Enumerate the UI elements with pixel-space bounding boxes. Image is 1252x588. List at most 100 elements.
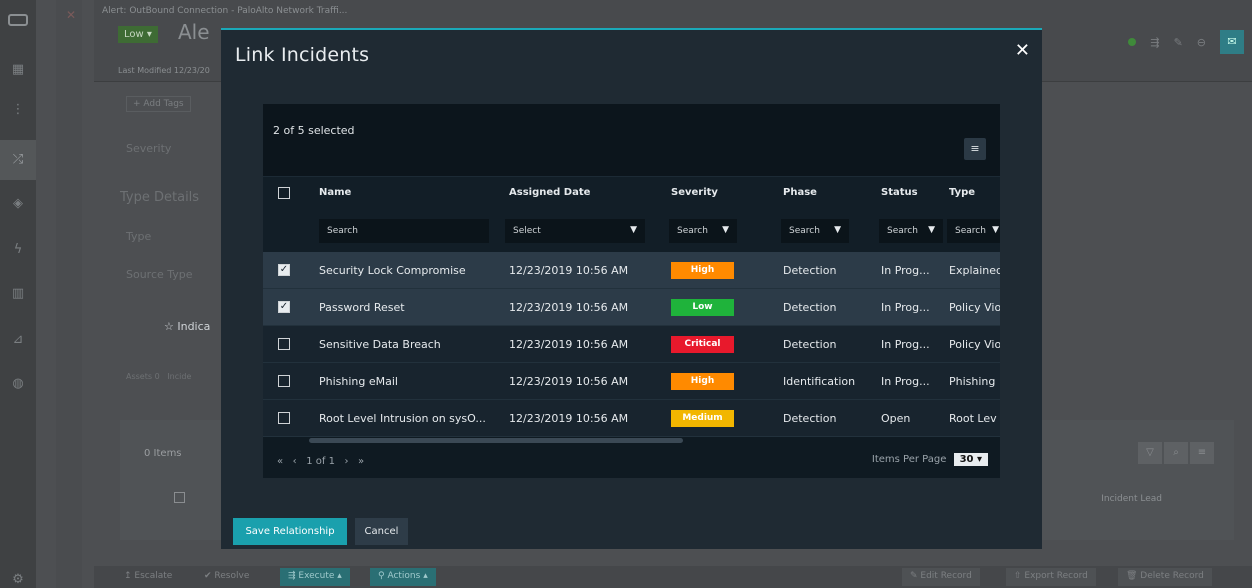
severity-dropdown[interactable]: Low ▾ xyxy=(118,26,158,43)
close-record-icon[interactable]: ✕ xyxy=(66,8,76,22)
assigned-date: 12/23/2019 10:56 AM xyxy=(509,412,629,425)
table-row[interactable]: Root Level Intrusion on sysO... 12/23/201… xyxy=(263,400,1000,437)
status: Open xyxy=(881,412,911,425)
actions-button[interactable]: ⚲ Actions ▴ xyxy=(370,568,436,586)
chart-icon[interactable]: ⊿ xyxy=(10,332,26,348)
shield-icon[interactable]: ◈ xyxy=(10,196,26,212)
table-row[interactable]: ✓ Security Lock Compromise 12/23/2019 10:5… xyxy=(263,252,1000,289)
cancel-button[interactable]: Cancel xyxy=(355,518,408,545)
edit-icon[interactable]: ✎ xyxy=(1174,36,1183,49)
bolt-icon[interactable]: ϟ xyxy=(10,242,26,258)
column-name[interactable]: Name xyxy=(319,187,351,198)
table-header: Name Assigned Date Severity Phase Status… xyxy=(263,176,1000,252)
severity-label: Severity xyxy=(126,142,172,155)
next-page-button[interactable]: › xyxy=(345,456,349,467)
horizontal-scrollbar[interactable] xyxy=(309,438,683,443)
last-page-button[interactable]: » xyxy=(358,456,364,467)
delete-record-button[interactable]: 🗑 Delete Record xyxy=(1118,568,1212,586)
grid-menu-button[interactable]: ≡ xyxy=(964,138,986,160)
select-all-checkbox[interactable] xyxy=(174,492,185,503)
prev-page-button[interactable]: ‹ xyxy=(293,456,297,467)
chat-icon[interactable]: ✉ xyxy=(1220,30,1244,54)
incident-name: Phishing eMail xyxy=(319,375,398,388)
close-icon[interactable]: ✕ xyxy=(1015,40,1030,61)
shuffle-icon[interactable]: ⤮ xyxy=(10,152,26,168)
assigned-date-filter[interactable]: Select ▼ xyxy=(505,219,645,243)
name-filter-input[interactable]: Search xyxy=(319,219,489,243)
record-action-bar: ↥ Escalate ✔ Resolve ⇶ Execute ▴ ⚲ Actio… xyxy=(94,566,1252,588)
column-type[interactable]: Type xyxy=(949,187,975,198)
app-logo xyxy=(8,14,28,26)
row-checkbox[interactable] xyxy=(278,338,290,350)
escalate-button[interactable]: ↥ Escalate xyxy=(124,571,172,581)
incident-lead-column: Incident Lead xyxy=(1101,494,1162,504)
menu-icon[interactable]: ≡ xyxy=(1190,442,1214,464)
search-icon[interactable]: ⌕ xyxy=(1164,442,1188,464)
table-row[interactable]: Sensitive Data Breach 12/23/2019 10:56 AM… xyxy=(263,326,1000,363)
phase: Detection xyxy=(783,412,837,425)
status: In Prog... xyxy=(881,338,930,351)
row-checkbox[interactable]: ✓ xyxy=(278,301,290,313)
status-filter[interactable]: Search ▼ xyxy=(879,219,943,243)
selection-summary: 2 of 5 selected xyxy=(273,124,355,137)
list-icon[interactable]: ⋮ xyxy=(10,102,26,118)
row-checkbox[interactable]: ✓ xyxy=(278,264,290,276)
execute-button[interactable]: ⇶ Execute ▴ xyxy=(280,568,350,586)
severity-badge: High xyxy=(671,262,734,279)
phase: Detection xyxy=(783,264,837,277)
column-severity[interactable]: Severity xyxy=(671,187,718,198)
incident-name: Sensitive Data Breach xyxy=(319,338,441,351)
left-nav: ▦ ⋮ ⤮ ◈ ϟ ▥ ⊿ ◍ ⚙ xyxy=(0,0,36,588)
filter-icon[interactable]: ▽ xyxy=(1138,442,1162,464)
panel-tools: ▽ ⌕ ≡ xyxy=(1138,442,1214,464)
incident-name: Password Reset xyxy=(319,301,405,314)
settings-icon[interactable]: ⚙ xyxy=(10,572,26,588)
items-count: 0 Items xyxy=(144,448,182,459)
assigned-date: 12/23/2019 10:56 AM xyxy=(509,375,629,388)
type-label: Type xyxy=(126,230,152,243)
save-relationship-button[interactable]: Save Relationship xyxy=(233,518,347,545)
severity-filter[interactable]: Search ▼ xyxy=(669,219,737,243)
status: In Prog... xyxy=(881,264,930,277)
edit-record-button[interactable]: ✎ Edit Record xyxy=(902,568,980,586)
incident-name: Security Lock Compromise xyxy=(319,264,466,277)
severity-badge: Critical xyxy=(671,336,734,353)
workflow-icon[interactable]: ⇶ xyxy=(1150,36,1159,49)
phase: Detection xyxy=(783,301,837,314)
first-page-button[interactable]: « xyxy=(277,456,283,467)
assigned-date: 12/23/2019 10:56 AM xyxy=(509,301,629,314)
column-assigned-date[interactable]: Assigned Date xyxy=(509,187,590,198)
column-status[interactable]: Status xyxy=(881,187,918,198)
type-filter[interactable]: Search ▼ xyxy=(947,219,1000,243)
items-per-page: Items Per Page 30 ▾ xyxy=(872,453,988,466)
incidents-table: Name Assigned Date Severity Phase Status… xyxy=(263,176,1000,438)
building-icon[interactable]: ▥ xyxy=(10,286,26,302)
link-icon[interactable]: ⊖ xyxy=(1197,36,1206,49)
row-checkbox[interactable] xyxy=(278,412,290,424)
incidents-grid: 2 of 5 selected ≡ Name Assigned Date Sev… xyxy=(263,104,1000,478)
column-phase[interactable]: Phase xyxy=(783,187,817,198)
severity-badge: Medium xyxy=(671,410,734,427)
type: Explained xyxy=(949,264,1000,277)
table-row[interactable]: ✓ Password Reset 12/23/2019 10:56 AM Detect… xyxy=(263,289,1000,326)
phase-filter[interactable]: Search ▼ xyxy=(781,219,849,243)
table-row[interactable]: Phishing eMail 12/23/2019 10:56 AM Identif… xyxy=(263,363,1000,400)
globe-icon[interactable]: ◍ xyxy=(10,376,26,392)
type: Phishing xyxy=(949,375,996,388)
select-all-checkbox[interactable] xyxy=(278,187,290,199)
phase: Identification xyxy=(783,375,856,388)
phase: Detection xyxy=(783,338,837,351)
type-details-heading: Type Details xyxy=(120,190,200,205)
indicators-tab[interactable]: ☆ Indica xyxy=(164,320,210,333)
export-record-button[interactable]: ⇧ Export Record xyxy=(1006,568,1096,586)
add-tags-button[interactable]: + Add Tags xyxy=(126,96,191,112)
items-per-page-select[interactable]: 30 ▾ xyxy=(953,453,988,466)
record-subtitle: Alert: OutBound Connection - PaloAlto Ne… xyxy=(102,6,348,16)
row-checkbox[interactable] xyxy=(278,375,290,387)
dashboard-icon[interactable]: ▦ xyxy=(10,62,26,78)
assigned-date: 12/23/2019 10:56 AM xyxy=(509,338,629,351)
status: In Prog... xyxy=(881,301,930,314)
severity-badge: Low xyxy=(671,299,734,316)
resolve-button[interactable]: ✔ Resolve xyxy=(204,571,249,581)
assets-tab[interactable]: Assets 0 Incide xyxy=(126,372,191,381)
